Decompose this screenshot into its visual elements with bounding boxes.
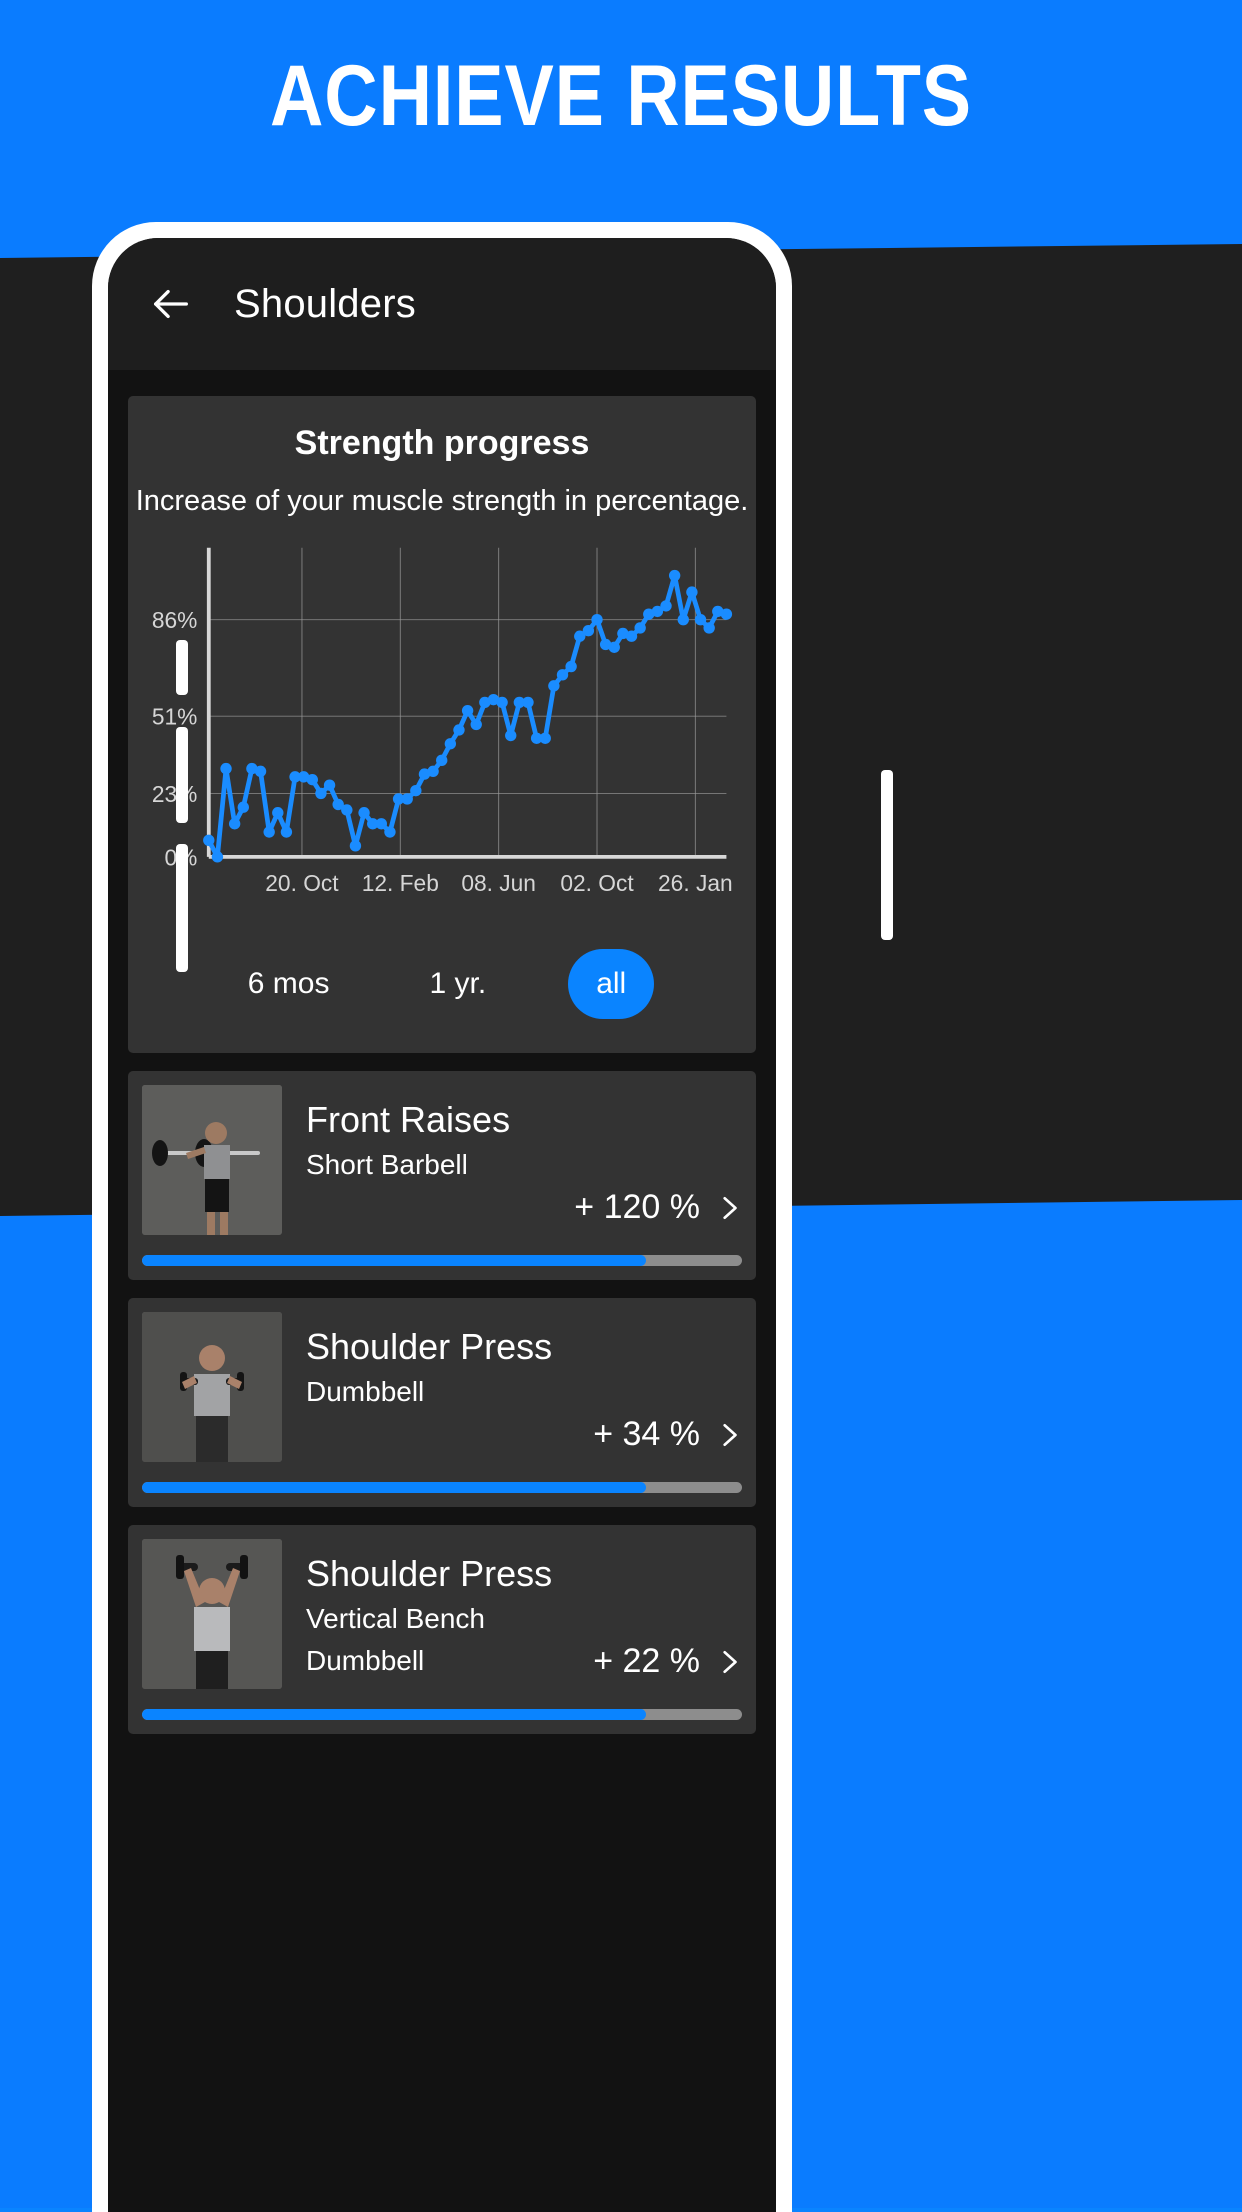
chart-data-point bbox=[505, 729, 517, 742]
chart-data-point bbox=[220, 762, 232, 775]
chart-data-point bbox=[211, 851, 224, 863]
chart-data-point bbox=[720, 608, 733, 620]
exercise-thumbnail bbox=[142, 1539, 282, 1690]
strength-progress-chart[interactable]: 0%23%51%86%20. Oct12. Feb08. Jun02. Oct2… bbox=[150, 544, 734, 923]
exercise-name: Shoulder Press bbox=[306, 1553, 553, 1595]
chart-data-point bbox=[660, 600, 672, 612]
chart-data-point bbox=[582, 625, 595, 637]
chevron-right-icon[interactable] bbox=[716, 1422, 742, 1448]
chart-data-point bbox=[237, 801, 249, 813]
chart-data-point bbox=[444, 738, 457, 750]
chart-data-point bbox=[228, 818, 241, 830]
exercise-progress-fill bbox=[142, 1482, 646, 1494]
chevron-right-icon[interactable] bbox=[716, 1649, 742, 1675]
exercise-progress-fill bbox=[142, 1709, 646, 1721]
exercise-name: Front Raises bbox=[306, 1099, 511, 1141]
x-axis-tick-label: 12. Feb bbox=[362, 870, 439, 896]
x-axis-tick-label: 08. Jun bbox=[461, 870, 536, 896]
exercise-equipment: Dumbbell bbox=[306, 1376, 425, 1408]
exercise-equipment-secondary: Dumbbell bbox=[306, 1645, 425, 1677]
chart-data-point bbox=[306, 773, 318, 786]
chart-data-point bbox=[272, 807, 284, 819]
x-axis-tick-label: 26. Jan bbox=[658, 870, 733, 896]
exercise-row[interactable]: Shoulder Press Vertical Bench Dumbbell + 22… bbox=[128, 1525, 756, 1735]
exercise-progress-percent: + 120 % bbox=[574, 1188, 700, 1227]
x-axis-tick-label: 20. Oct bbox=[265, 870, 339, 896]
chart-data-point bbox=[280, 826, 293, 838]
range-button-6-mos[interactable]: 6 mos bbox=[230, 953, 348, 1015]
exercise-progress-bar bbox=[142, 1482, 742, 1494]
exercise-progress-bar bbox=[142, 1709, 742, 1721]
chart-title: Strength progress bbox=[294, 424, 590, 462]
y-axis-tick-label: 86% bbox=[152, 607, 198, 633]
range-selector[interactable]: 6 mos 1 yr. all bbox=[128, 949, 756, 1020]
chart-data-point bbox=[548, 680, 560, 692]
chart-data-point bbox=[694, 613, 707, 626]
chart-subtitle: Increase of your muscle strength in perc… bbox=[135, 485, 749, 517]
chart-data-point bbox=[556, 669, 569, 681]
chart-data-point bbox=[358, 807, 370, 819]
chart-data-point bbox=[401, 793, 413, 805]
chart-data-point bbox=[384, 826, 396, 838]
scroll-content[interactable]: Strength progress Increase of your muscl… bbox=[108, 370, 776, 2212]
chart-data-point bbox=[427, 765, 439, 778]
y-axis-tick-label: 23% bbox=[152, 781, 198, 807]
chart-data-point bbox=[410, 784, 422, 797]
exercise-list: Front Raises Short Barbell + 120 % Shoulde… bbox=[128, 1071, 756, 1735]
phone-mockup: Shoulders Strength progress Increase of … bbox=[92, 222, 893, 2212]
arrow-left-icon[interactable] bbox=[148, 281, 194, 327]
chart-data-point bbox=[461, 704, 474, 717]
chart-data-point bbox=[375, 818, 388, 830]
exercise-progress-bar bbox=[142, 1255, 742, 1267]
chart-data-point bbox=[254, 765, 267, 778]
exercise-row[interactable]: Front Raises Short Barbell + 120 % bbox=[128, 1071, 756, 1281]
chart-data-point bbox=[436, 754, 448, 767]
chart-data-point bbox=[539, 732, 551, 744]
strength-progress-card: Strength progress Increase of your muscl… bbox=[128, 396, 756, 1054]
chevron-right-icon[interactable] bbox=[716, 1195, 742, 1221]
chart-data-point bbox=[323, 779, 336, 791]
chart-data-point bbox=[703, 622, 715, 634]
phone-side-button bbox=[176, 727, 188, 823]
chart-data-point bbox=[341, 804, 353, 816]
exercise-progress-fill bbox=[142, 1255, 646, 1267]
chart-data-point bbox=[686, 586, 698, 598]
phone-side-button bbox=[881, 770, 893, 940]
chart-data-point bbox=[203, 834, 215, 846]
range-button-all[interactable]: all bbox=[568, 949, 655, 1020]
chart-data-point bbox=[677, 613, 689, 626]
exercise-row[interactable]: Shoulder Press Dumbbell + 34 % bbox=[128, 1298, 756, 1508]
chart-data-point bbox=[591, 613, 603, 626]
chart-data-point bbox=[668, 569, 681, 582]
phone-screen: Shoulders Strength progress Increase of … bbox=[108, 238, 776, 2212]
exercise-name: Shoulder Press bbox=[306, 1326, 553, 1368]
chart-data-point bbox=[522, 696, 534, 709]
chart-area[interactable]: 0%23%51%86%20. Oct12. Feb08. Jun02. Oct2… bbox=[128, 544, 756, 923]
chart-data-point bbox=[263, 826, 275, 838]
page-title: Shoulders bbox=[234, 281, 416, 326]
chart-data-point bbox=[349, 840, 362, 852]
exercise-thumbnail bbox=[142, 1085, 282, 1236]
exercise-progress-percent: + 34 % bbox=[593, 1415, 700, 1454]
chart-data-point bbox=[470, 718, 482, 731]
phone-side-button bbox=[176, 640, 188, 695]
x-axis-tick-label: 02. Oct bbox=[560, 870, 634, 896]
exercise-equipment: Vertical Bench bbox=[306, 1603, 485, 1635]
chart-data-point bbox=[608, 641, 620, 653]
y-axis-tick-label: 51% bbox=[152, 704, 198, 730]
range-button-1-yr-[interactable]: 1 yr. bbox=[411, 953, 504, 1015]
app-bar: Shoulders bbox=[108, 238, 776, 370]
chart-data-point bbox=[565, 660, 577, 673]
chart-data-point bbox=[315, 787, 327, 800]
exercise-thumbnail bbox=[142, 1312, 282, 1463]
exercise-progress-percent: + 22 % bbox=[593, 1642, 700, 1681]
exercise-equipment: Short Barbell bbox=[306, 1149, 468, 1181]
chart-data-point bbox=[625, 630, 638, 642]
phone-side-button bbox=[176, 844, 188, 972]
chart-data-point bbox=[634, 622, 646, 634]
promo-headline: ACHIEVE RESULTS bbox=[270, 48, 972, 144]
chart-data-point bbox=[496, 696, 508, 709]
chart-data-point bbox=[453, 724, 465, 736]
